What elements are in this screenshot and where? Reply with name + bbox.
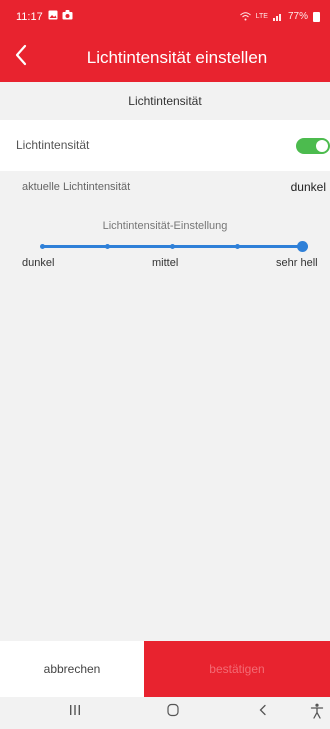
intensity-setting-title: Lichtintensität-Einstellung: [102, 220, 228, 232]
home-button[interactable]: [166, 703, 180, 722]
status-time: 11:17: [16, 11, 43, 23]
accessibility-button[interactable]: [310, 703, 324, 724]
slider-step-3[interactable]: [234, 244, 240, 249]
battery-percent: 77%: [287, 11, 308, 22]
section-title: Lichtintensität: [0, 82, 330, 120]
recent-apps-button[interactable]: [68, 703, 82, 722]
slider-step-1[interactable]: [104, 244, 110, 249]
recent-apps-icon: [70, 705, 80, 715]
light-intensity-label: Lichtintensität: [16, 138, 90, 152]
network-type: LTE: [255, 13, 268, 20]
app-notification-icon: [62, 10, 73, 20]
back-icon: [259, 704, 266, 716]
current-intensity-row: aktuelle Lichtintensität dunkel: [0, 171, 330, 201]
confirm-button[interactable]: bestätigen: [144, 641, 330, 697]
slider-step-2[interactable]: [169, 244, 175, 249]
home-icon: [167, 703, 179, 717]
signal-icon: [272, 14, 281, 21]
toggle-knob: [316, 140, 328, 152]
image-icon: [48, 10, 58, 20]
app-bar: Lichtintensität einstellen: [0, 34, 330, 82]
intensity-slider[interactable]: [36, 240, 308, 254]
action-bar: abbrechen bestätigen: [0, 641, 330, 697]
wifi-icon: [239, 12, 251, 21]
tick-label-low: dunkel: [22, 257, 55, 269]
page-title: Lichtintensität einstellen: [86, 48, 268, 67]
tick-label-high: sehr hell: [276, 257, 318, 269]
current-intensity-label: aktuelle Lichtintensität: [22, 181, 131, 193]
back-nav-button[interactable]: [256, 703, 270, 722]
accessibility-icon: [310, 703, 324, 719]
status-bar: 11:17 LTE 77%: [0, 0, 330, 34]
cancel-button[interactable]: abbrechen: [0, 641, 144, 697]
status-indicators: LTE 77%: [239, 11, 320, 22]
slider-step-0[interactable]: [39, 244, 45, 249]
light-intensity-row: Lichtintensität: [0, 120, 330, 171]
current-intensity-value: dunkel: [290, 180, 326, 194]
battery-icon: [313, 11, 320, 22]
light-intensity-toggle[interactable]: [296, 138, 330, 154]
notification-icons: [48, 10, 73, 20]
system-nav-bar: [0, 697, 330, 729]
slider-thumb[interactable]: [296, 241, 308, 252]
slider-track: [42, 245, 308, 248]
tick-label-mid: mittel: [152, 257, 179, 269]
